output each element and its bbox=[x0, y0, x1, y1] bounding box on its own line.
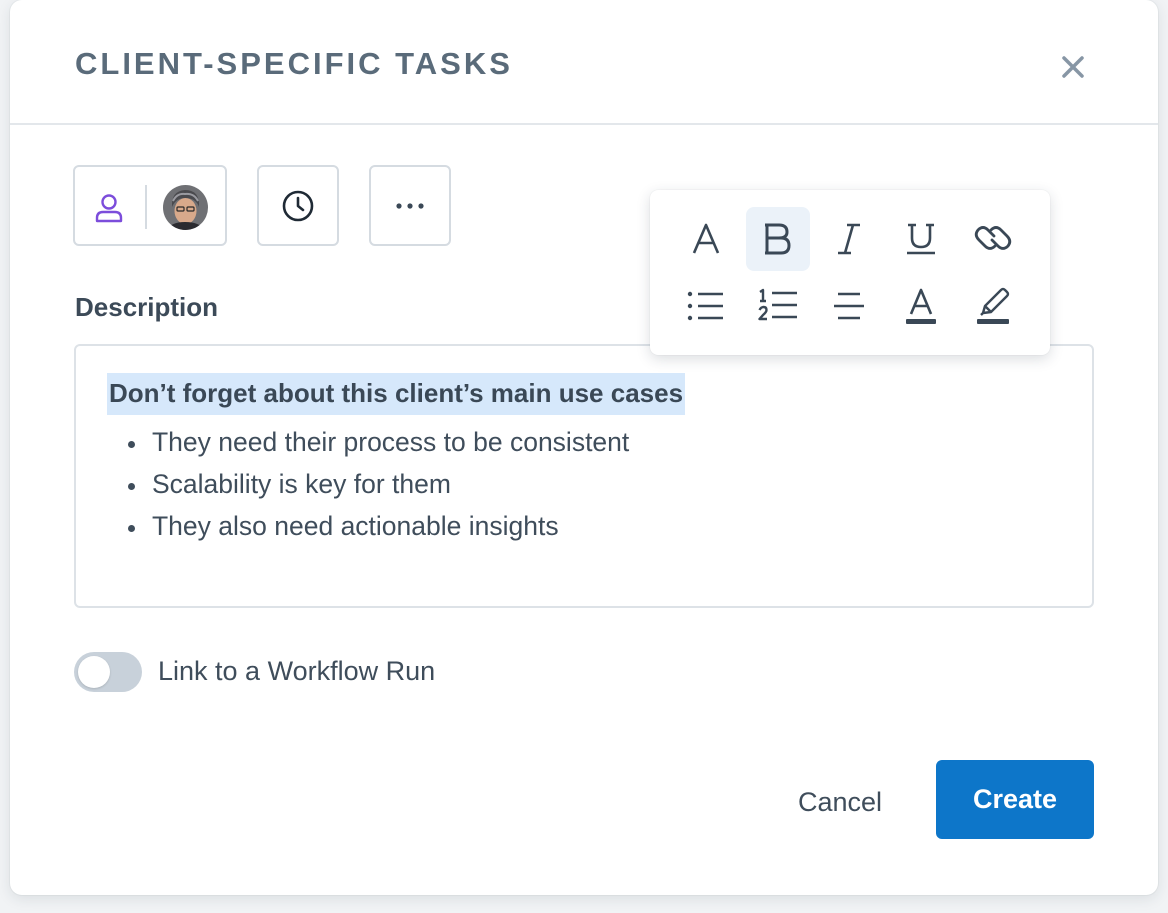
align-center-button[interactable] bbox=[817, 274, 881, 338]
description-editor[interactable]: Don’t forget about this client’s main us… bbox=[74, 344, 1094, 608]
link-icon bbox=[974, 226, 1012, 250]
italic-button[interactable] bbox=[817, 207, 881, 271]
selected-heading-text[interactable]: Don’t forget about this client’s main us… bbox=[107, 373, 686, 415]
bold-icon bbox=[765, 223, 791, 255]
description-label: Description bbox=[75, 292, 219, 322]
underline-icon bbox=[907, 223, 935, 255]
clock-icon bbox=[282, 190, 314, 221]
user-icon bbox=[95, 194, 123, 223]
list-item: Scalability is key for them bbox=[148, 466, 629, 508]
highlighter-icon bbox=[977, 287, 1010, 324]
link-button[interactable] bbox=[961, 207, 1025, 271]
due-date-button[interactable] bbox=[257, 165, 339, 246]
more-options-button[interactable] bbox=[369, 165, 451, 246]
modal-title: CLIENT-SPECIFIC TASKS bbox=[75, 46, 513, 81]
text-color-button[interactable] bbox=[889, 274, 953, 338]
assignee-button[interactable] bbox=[73, 165, 227, 246]
chip-divider bbox=[145, 185, 147, 229]
highlighter-button[interactable] bbox=[961, 274, 1025, 338]
list-item: They also need actionable insights bbox=[148, 508, 629, 550]
font-button[interactable] bbox=[674, 207, 738, 271]
cancel-button[interactable]: Cancel bbox=[770, 780, 910, 824]
toggle-knob bbox=[78, 656, 110, 688]
more-horizontal-icon bbox=[396, 202, 424, 209]
italic-icon bbox=[838, 223, 860, 255]
close-icon[interactable] bbox=[1058, 52, 1088, 82]
align-center-icon bbox=[834, 292, 864, 320]
create-button[interactable]: Create bbox=[936, 760, 1094, 839]
task-options-row bbox=[73, 165, 473, 246]
create-task-modal: CLIENT-SPECIFIC TASKS Description Don’t … bbox=[10, 0, 1158, 895]
list-item: They need their process to be consistent bbox=[148, 424, 629, 466]
workflow-run-toggle[interactable] bbox=[74, 652, 142, 692]
numbered-list-icon bbox=[758, 288, 797, 321]
formatting-toolbar bbox=[650, 190, 1050, 355]
underline-button[interactable] bbox=[889, 207, 953, 271]
text-color-icon bbox=[906, 288, 936, 324]
avatar[interactable] bbox=[163, 185, 208, 230]
workflow-run-toggle-label: Link to a Workflow Run bbox=[158, 656, 436, 686]
numbered-list-button[interactable] bbox=[746, 274, 810, 338]
bulleted-list-icon bbox=[687, 291, 723, 321]
bold-button[interactable] bbox=[746, 207, 810, 271]
bulleted-list-button[interactable] bbox=[674, 274, 738, 338]
bullet-list: They need their process to be consistent… bbox=[148, 424, 629, 550]
font-icon bbox=[692, 223, 720, 254]
modal-header: CLIENT-SPECIFIC TASKS bbox=[10, 0, 1158, 125]
